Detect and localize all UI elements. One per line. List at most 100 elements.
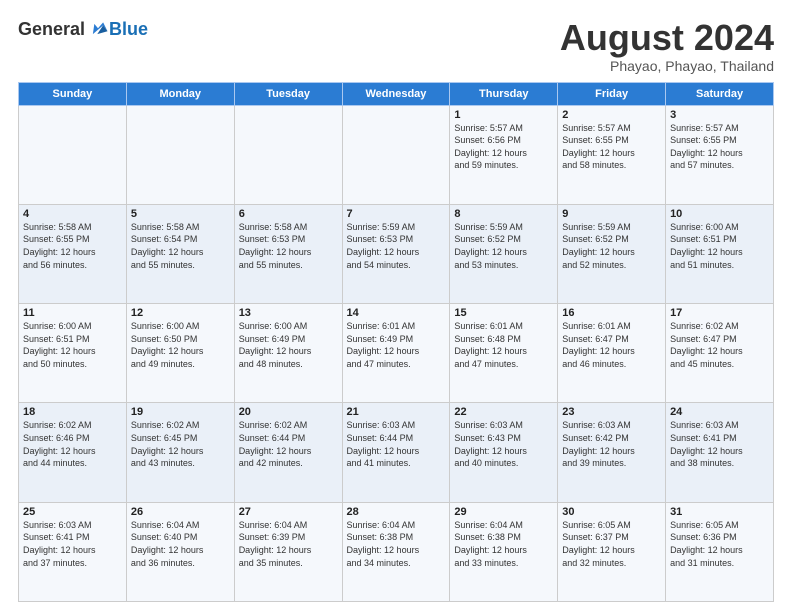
- day-info: Sunrise: 5:57 AM Sunset: 6:55 PM Dayligh…: [670, 122, 769, 172]
- day-number: 22: [454, 406, 553, 418]
- calendar-week-row: 1Sunrise: 5:57 AM Sunset: 6:56 PM Daylig…: [19, 105, 774, 204]
- day-info: Sunrise: 6:04 AM Sunset: 6:38 PM Dayligh…: [454, 519, 553, 569]
- day-info: Sunrise: 6:03 AM Sunset: 6:44 PM Dayligh…: [347, 419, 446, 469]
- day-info: Sunrise: 6:00 AM Sunset: 6:51 PM Dayligh…: [670, 221, 769, 271]
- day-info: Sunrise: 6:05 AM Sunset: 6:36 PM Dayligh…: [670, 519, 769, 569]
- day-info: Sunrise: 6:02 AM Sunset: 6:46 PM Dayligh…: [23, 419, 122, 469]
- calendar-week-row: 11Sunrise: 6:00 AM Sunset: 6:51 PM Dayli…: [19, 304, 774, 403]
- day-info: Sunrise: 6:01 AM Sunset: 6:49 PM Dayligh…: [347, 320, 446, 370]
- calendar-cell: 7Sunrise: 5:59 AM Sunset: 6:53 PM Daylig…: [342, 204, 450, 303]
- day-info: Sunrise: 6:01 AM Sunset: 6:48 PM Dayligh…: [454, 320, 553, 370]
- day-info: Sunrise: 5:58 AM Sunset: 6:54 PM Dayligh…: [131, 221, 230, 271]
- calendar-cell: [19, 105, 127, 204]
- calendar-cell: 18Sunrise: 6:02 AM Sunset: 6:46 PM Dayli…: [19, 403, 127, 502]
- day-number: 13: [239, 307, 338, 319]
- day-number: 19: [131, 406, 230, 418]
- day-info: Sunrise: 6:04 AM Sunset: 6:40 PM Dayligh…: [131, 519, 230, 569]
- calendar-cell: 30Sunrise: 6:05 AM Sunset: 6:37 PM Dayli…: [558, 502, 666, 601]
- calendar-cell: [126, 105, 234, 204]
- calendar-cell: 20Sunrise: 6:02 AM Sunset: 6:44 PM Dayli…: [234, 403, 342, 502]
- calendar-cell: 12Sunrise: 6:00 AM Sunset: 6:50 PM Dayli…: [126, 304, 234, 403]
- day-info: Sunrise: 6:00 AM Sunset: 6:49 PM Dayligh…: [239, 320, 338, 370]
- day-header-thursday: Thursday: [450, 82, 558, 105]
- day-number: 20: [239, 406, 338, 418]
- calendar-cell: 8Sunrise: 5:59 AM Sunset: 6:52 PM Daylig…: [450, 204, 558, 303]
- day-number: 30: [562, 506, 661, 518]
- day-header-tuesday: Tuesday: [234, 82, 342, 105]
- day-info: Sunrise: 5:59 AM Sunset: 6:53 PM Dayligh…: [347, 221, 446, 271]
- day-header-friday: Friday: [558, 82, 666, 105]
- calendar-cell: 19Sunrise: 6:02 AM Sunset: 6:45 PM Dayli…: [126, 403, 234, 502]
- calendar: SundayMondayTuesdayWednesdayThursdayFrid…: [18, 82, 774, 602]
- calendar-week-row: 18Sunrise: 6:02 AM Sunset: 6:46 PM Dayli…: [19, 403, 774, 502]
- logo-general: General: [18, 19, 85, 40]
- calendar-header-row: SundayMondayTuesdayWednesdayThursdayFrid…: [19, 82, 774, 105]
- day-info: Sunrise: 6:00 AM Sunset: 6:51 PM Dayligh…: [23, 320, 122, 370]
- title-block: August 2024 Phayao, Phayao, Thailand: [560, 18, 774, 74]
- day-number: 3: [670, 109, 769, 121]
- day-number: 11: [23, 307, 122, 319]
- logo-icon: [87, 18, 109, 40]
- calendar-cell: 31Sunrise: 6:05 AM Sunset: 6:36 PM Dayli…: [666, 502, 774, 601]
- day-number: 16: [562, 307, 661, 319]
- day-number: 9: [562, 208, 661, 220]
- calendar-cell: 14Sunrise: 6:01 AM Sunset: 6:49 PM Dayli…: [342, 304, 450, 403]
- header: General Blue August 2024 Phayao, Phayao,…: [18, 18, 774, 74]
- calendar-cell: 16Sunrise: 6:01 AM Sunset: 6:47 PM Dayli…: [558, 304, 666, 403]
- day-number: 4: [23, 208, 122, 220]
- logo-text: General Blue: [18, 18, 148, 40]
- title-month: August 2024: [560, 18, 774, 58]
- calendar-cell: 26Sunrise: 6:04 AM Sunset: 6:40 PM Dayli…: [126, 502, 234, 601]
- day-number: 8: [454, 208, 553, 220]
- day-number: 5: [131, 208, 230, 220]
- day-info: Sunrise: 6:02 AM Sunset: 6:44 PM Dayligh…: [239, 419, 338, 469]
- day-header-wednesday: Wednesday: [342, 82, 450, 105]
- day-number: 26: [131, 506, 230, 518]
- calendar-cell: 15Sunrise: 6:01 AM Sunset: 6:48 PM Dayli…: [450, 304, 558, 403]
- calendar-cell: 25Sunrise: 6:03 AM Sunset: 6:41 PM Dayli…: [19, 502, 127, 601]
- calendar-cell: 11Sunrise: 6:00 AM Sunset: 6:51 PM Dayli…: [19, 304, 127, 403]
- day-number: 7: [347, 208, 446, 220]
- day-info: Sunrise: 6:03 AM Sunset: 6:42 PM Dayligh…: [562, 419, 661, 469]
- day-number: 21: [347, 406, 446, 418]
- day-number: 15: [454, 307, 553, 319]
- day-info: Sunrise: 5:59 AM Sunset: 6:52 PM Dayligh…: [454, 221, 553, 271]
- calendar-cell: 27Sunrise: 6:04 AM Sunset: 6:39 PM Dayli…: [234, 502, 342, 601]
- day-info: Sunrise: 5:57 AM Sunset: 6:56 PM Dayligh…: [454, 122, 553, 172]
- day-info: Sunrise: 6:03 AM Sunset: 6:41 PM Dayligh…: [670, 419, 769, 469]
- day-info: Sunrise: 6:01 AM Sunset: 6:47 PM Dayligh…: [562, 320, 661, 370]
- day-number: 12: [131, 307, 230, 319]
- day-info: Sunrise: 6:04 AM Sunset: 6:38 PM Dayligh…: [347, 519, 446, 569]
- day-number: 27: [239, 506, 338, 518]
- day-header-saturday: Saturday: [666, 82, 774, 105]
- day-header-monday: Monday: [126, 82, 234, 105]
- day-number: 2: [562, 109, 661, 121]
- calendar-cell: 10Sunrise: 6:00 AM Sunset: 6:51 PM Dayli…: [666, 204, 774, 303]
- day-number: 29: [454, 506, 553, 518]
- day-number: 25: [23, 506, 122, 518]
- day-info: Sunrise: 6:05 AM Sunset: 6:37 PM Dayligh…: [562, 519, 661, 569]
- day-number: 23: [562, 406, 661, 418]
- calendar-cell: 22Sunrise: 6:03 AM Sunset: 6:43 PM Dayli…: [450, 403, 558, 502]
- calendar-cell: 17Sunrise: 6:02 AM Sunset: 6:47 PM Dayli…: [666, 304, 774, 403]
- logo-blue: Blue: [109, 19, 148, 40]
- day-number: 28: [347, 506, 446, 518]
- day-info: Sunrise: 6:00 AM Sunset: 6:50 PM Dayligh…: [131, 320, 230, 370]
- day-number: 14: [347, 307, 446, 319]
- calendar-cell: 9Sunrise: 5:59 AM Sunset: 6:52 PM Daylig…: [558, 204, 666, 303]
- calendar-cell: 24Sunrise: 6:03 AM Sunset: 6:41 PM Dayli…: [666, 403, 774, 502]
- day-header-sunday: Sunday: [19, 82, 127, 105]
- day-info: Sunrise: 5:57 AM Sunset: 6:55 PM Dayligh…: [562, 122, 661, 172]
- day-info: Sunrise: 6:02 AM Sunset: 6:45 PM Dayligh…: [131, 419, 230, 469]
- day-number: 6: [239, 208, 338, 220]
- day-info: Sunrise: 5:58 AM Sunset: 6:55 PM Dayligh…: [23, 221, 122, 271]
- calendar-week-row: 4Sunrise: 5:58 AM Sunset: 6:55 PM Daylig…: [19, 204, 774, 303]
- calendar-cell: 13Sunrise: 6:00 AM Sunset: 6:49 PM Dayli…: [234, 304, 342, 403]
- day-info: Sunrise: 5:59 AM Sunset: 6:52 PM Dayligh…: [562, 221, 661, 271]
- calendar-cell: 28Sunrise: 6:04 AM Sunset: 6:38 PM Dayli…: [342, 502, 450, 601]
- calendar-week-row: 25Sunrise: 6:03 AM Sunset: 6:41 PM Dayli…: [19, 502, 774, 601]
- calendar-cell: 5Sunrise: 5:58 AM Sunset: 6:54 PM Daylig…: [126, 204, 234, 303]
- calendar-cell: 29Sunrise: 6:04 AM Sunset: 6:38 PM Dayli…: [450, 502, 558, 601]
- day-info: Sunrise: 6:04 AM Sunset: 6:39 PM Dayligh…: [239, 519, 338, 569]
- day-number: 24: [670, 406, 769, 418]
